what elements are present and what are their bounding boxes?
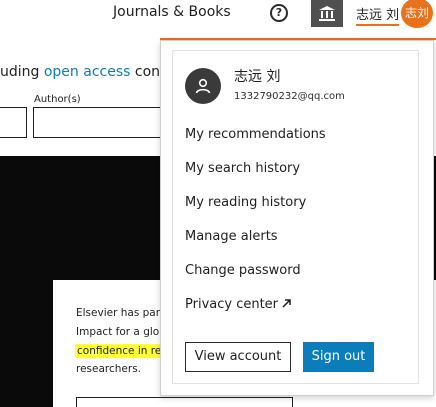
external-link-icon — [282, 299, 291, 308]
menu-item-search-history[interactable]: My search history — [185, 161, 300, 176]
author-label: Author(s) — [34, 94, 81, 105]
sign-out-button[interactable]: Sign out — [303, 342, 374, 372]
card-highlight-text: confidence in res — [75, 344, 169, 358]
institution-button[interactable] — [311, 0, 343, 27]
card-text-line: Impact for a glob — [76, 326, 166, 338]
search-hint-prefix: uding — [0, 64, 44, 80]
menu-item-change-password[interactable]: Change password — [185, 263, 301, 278]
privacy-center-label: Privacy center — [185, 297, 279, 312]
card-button[interactable] — [76, 397, 293, 407]
card-text-line: Elsevier has part — [76, 307, 165, 319]
author-field[interactable] — [33, 107, 165, 138]
open-access-link[interactable]: open access — [44, 64, 131, 80]
view-account-button[interactable]: View account — [185, 342, 291, 372]
person-icon — [195, 78, 211, 94]
top-header: Journals & Books ? 志远 刘 志刘 — [0, 0, 436, 28]
help-icon[interactable]: ? — [270, 4, 288, 22]
card-text-line: researchers. — [76, 363, 142, 375]
user-avatar[interactable]: 志刘 — [401, 0, 433, 28]
profile-email: 1332790232@qq.com — [234, 91, 345, 102]
user-name-link[interactable]: 志远 刘 — [356, 4, 400, 26]
menu-item-privacy-center[interactable]: Privacy center — [185, 297, 292, 312]
journals-books-link[interactable]: Journals & Books — [113, 4, 231, 20]
profile-name: 志远 刘 — [234, 69, 281, 85]
profile-avatar — [185, 68, 221, 104]
menu-item-manage-alerts[interactable]: Manage alerts — [185, 229, 278, 244]
menu-item-reading-history[interactable]: My reading history — [185, 195, 306, 210]
keywords-field[interactable] — [0, 107, 27, 138]
menu-item-recommendations[interactable]: My recommendations — [185, 127, 326, 142]
institution-icon — [319, 5, 335, 21]
